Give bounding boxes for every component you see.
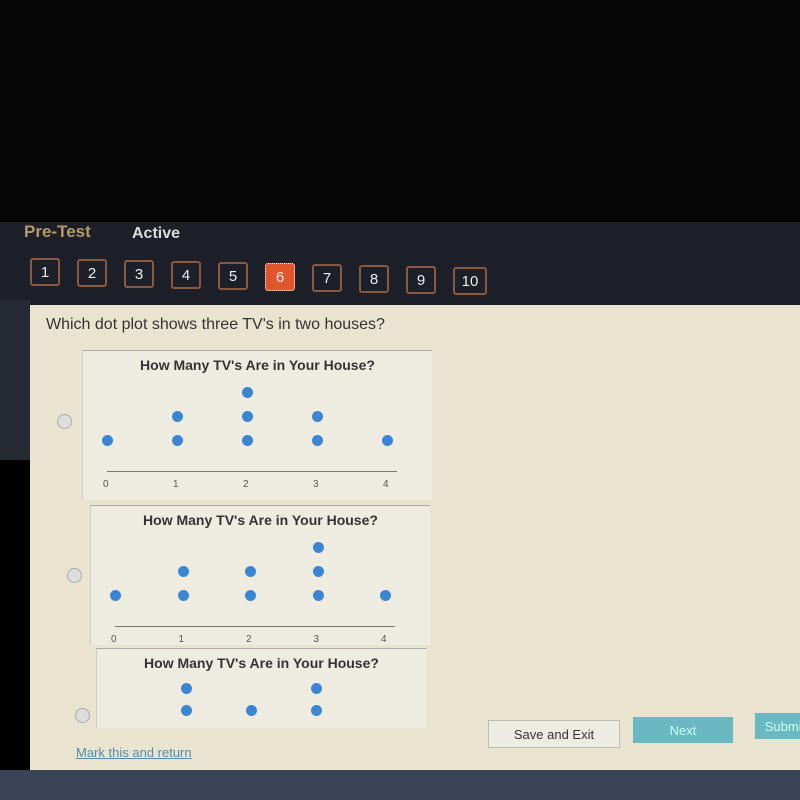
question-2-button[interactable]: 2: [77, 259, 107, 287]
option-3-radio[interactable]: [75, 708, 90, 723]
data-dot: [242, 411, 253, 422]
option-2-radio[interactable]: [67, 568, 82, 583]
data-dot: [382, 435, 393, 446]
tick-label: 4: [381, 634, 387, 645]
data-dot: [172, 435, 183, 446]
data-dot: [380, 590, 391, 601]
test-title: Pre-Test: [24, 222, 91, 241]
tick-label: 4: [383, 479, 389, 490]
data-dot: [312, 566, 324, 577]
data-dot: [181, 705, 192, 716]
data-dot: [312, 411, 323, 422]
tick-label: 1: [178, 634, 185, 645]
data-dot: [110, 590, 121, 601]
test-status: Active: [132, 225, 181, 242]
question-7-button[interactable]: 7: [312, 264, 342, 292]
question-1-button[interactable]: 1: [30, 258, 60, 286]
data-dot: [242, 387, 253, 398]
tick-label: 0: [111, 634, 117, 645]
data-dot: [242, 435, 253, 446]
header-bar: [0, 222, 800, 312]
data-dot: [181, 683, 192, 694]
submit-button[interactable]: Submit: [755, 713, 800, 739]
question-5-button[interactable]: 5: [218, 262, 248, 290]
plot-title: How Many TV's Are in Your House?: [140, 357, 375, 373]
option-1-radio[interactable]: [57, 414, 72, 429]
data-dot: [312, 542, 324, 553]
data-dot: [245, 566, 256, 577]
data-dot: [172, 411, 183, 422]
dot-plot-option-3: How Many TV's Are in Your House?: [96, 648, 426, 728]
data-dot: [177, 566, 189, 577]
axis-line: [107, 471, 397, 472]
axis-line: [115, 626, 395, 627]
tick-label: 3: [313, 479, 319, 490]
dot-plot-option-1: How Many TV's Are in Your House? 0 1 2 3 4: [82, 350, 432, 500]
tick-label: 2: [246, 634, 252, 645]
data-dot: [102, 435, 113, 446]
data-dot: [312, 435, 323, 446]
question-3-button[interactable]: 3: [124, 260, 154, 288]
question-10-button[interactable]: 10: [453, 267, 487, 295]
plot-title: How Many TV's Are in Your House?: [143, 512, 378, 528]
question-6-button[interactable]: 6: [265, 263, 295, 291]
tick-label: 2: [243, 479, 249, 490]
question-9-button[interactable]: 9: [406, 266, 436, 294]
question-4-button[interactable]: 4: [171, 261, 201, 289]
question-8-button[interactable]: 8: [359, 265, 389, 293]
data-dot: [311, 705, 322, 716]
screen-bezel: [0, 0, 800, 222]
tick-label: 3: [313, 634, 320, 645]
data-dot: [312, 590, 324, 601]
data-dot: [246, 705, 257, 716]
data-dot: [177, 590, 189, 601]
plot-title: How Many TV's Are in Your House?: [144, 655, 379, 671]
left-toolbar: [0, 300, 30, 460]
data-dot: [311, 683, 322, 694]
dot-plot-option-2: How Many TV's Are in Your House? 0 1 2 3 4: [90, 505, 430, 645]
tick-label: 1: [173, 479, 179, 490]
data-dot: [245, 590, 256, 601]
tick-label: 0: [103, 479, 109, 490]
question-text: Which dot plot shows three TV's in two h…: [46, 316, 385, 333]
save-and-exit-button[interactable]: Save and Exit: [488, 720, 620, 748]
bottom-bar: [0, 770, 800, 800]
mark-and-return-link[interactable]: Mark this and return: [76, 745, 192, 760]
next-button[interactable]: Next: [633, 717, 733, 743]
